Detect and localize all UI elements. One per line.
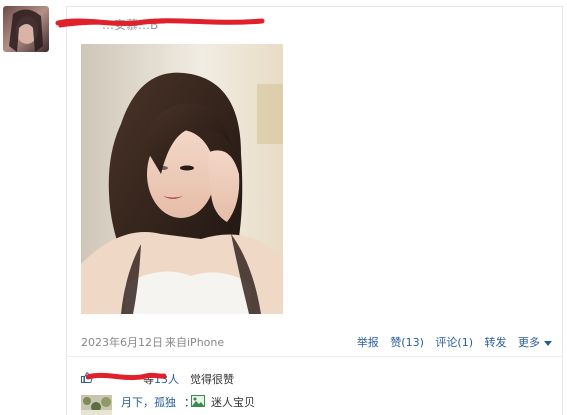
- repost-link[interactable]: 转发: [485, 336, 507, 349]
- post-photo[interactable]: [81, 44, 283, 314]
- likes-count-link[interactable]: 13人: [154, 371, 179, 387]
- more-link[interactable]: 更多: [518, 336, 552, 349]
- author-name-row[interactable]: …安慕…B: [57, 14, 277, 33]
- post-actions: 举报 赞(13) 评论(1) 转发 更多: [349, 334, 552, 350]
- post-date[interactable]: 2023年6月12日: [81, 334, 163, 350]
- commenter-name[interactable]: 月下，孤独: [121, 394, 176, 410]
- likes-suffix: 觉得很赞: [190, 373, 234, 386]
- like-link[interactable]: 赞(13): [390, 336, 424, 349]
- report-link[interactable]: 举报: [357, 336, 379, 349]
- likes-summary: 等 13人 觉得很赞: [81, 371, 381, 387]
- post-meta-row: 2023年6月12日 来自iPhone 举报 赞(13) 评论(1) 转发 更多: [81, 333, 552, 349]
- more-label: 更多: [518, 336, 540, 349]
- comment-item: 月下，孤独 ： 迷人宝贝: [81, 393, 551, 415]
- picture-icon[interactable]: [191, 395, 205, 407]
- thumbs-up-icon: [81, 372, 93, 383]
- likes-prefix: 等: [143, 373, 154, 386]
- divider: [66, 356, 563, 357]
- caret-down-icon: [544, 340, 552, 346]
- avatar[interactable]: [3, 6, 49, 52]
- author-name[interactable]: …安慕…B: [102, 16, 158, 33]
- comment-text: 迷人宝贝: [211, 396, 255, 409]
- comment-link[interactable]: 评论(1): [435, 336, 473, 349]
- post-source: 来自iPhone: [165, 336, 225, 349]
- commenter-avatar[interactable]: [81, 395, 112, 415]
